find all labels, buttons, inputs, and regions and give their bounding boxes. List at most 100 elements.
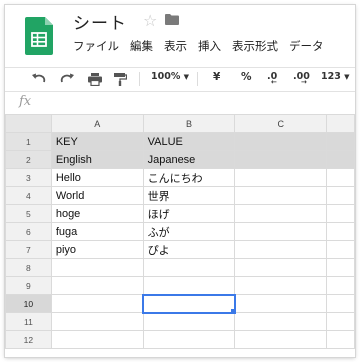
row-header[interactable]: 1 (5, 132, 52, 151)
column-header-a[interactable]: A (50, 114, 144, 133)
select-all-corner[interactable] (5, 114, 52, 133)
table-row: 5 hoge ほげ (5, 204, 355, 223)
cell-b9[interactable] (142, 276, 236, 295)
undo-icon[interactable] (31, 72, 47, 86)
row-header[interactable]: 4 (5, 186, 52, 205)
cell-c10[interactable] (234, 294, 328, 313)
cell-c11[interactable] (234, 312, 328, 331)
cell-d2[interactable] (326, 150, 355, 169)
row-header[interactable]: 3 (5, 168, 52, 187)
zoom-select[interactable]: 100% ▼ (151, 71, 189, 82)
star-icon[interactable]: ☆ (143, 11, 157, 30)
column-header-c[interactable]: C (234, 114, 328, 133)
cell-a9[interactable] (50, 276, 144, 295)
cell-a5[interactable]: hoge (50, 204, 144, 223)
menu-data[interactable]: データ (289, 38, 324, 54)
chevron-down-icon: ▼ (183, 73, 190, 81)
row-header[interactable]: 12 (5, 330, 52, 349)
folder-icon[interactable] (165, 14, 179, 25)
row-header[interactable]: 10 (5, 294, 52, 313)
currency-button[interactable]: ¥ (213, 71, 220, 83)
increase-decimals-button[interactable]: .00 → (293, 71, 310, 86)
document-title[interactable]: シート (73, 9, 127, 34)
spreadsheet-grid: A B C 1 KEY VALUE 2 English Japanese 3 H… (5, 114, 355, 349)
cell-b4[interactable]: 世界 (142, 186, 236, 205)
percent-button[interactable]: % (241, 71, 252, 83)
toolbar: 100% ▼ ¥ % .0 ← .00 → 123 ▼ (5, 67, 355, 90)
cell-a3[interactable]: Hello (50, 168, 144, 187)
cell-b3[interactable]: こんにちわ (142, 168, 236, 187)
cell-c7[interactable] (234, 240, 328, 259)
cell-b6[interactable]: ふが (142, 222, 236, 241)
row-header[interactable]: 8 (5, 258, 52, 277)
paint-format-icon[interactable] (113, 72, 127, 86)
cell-c2[interactable] (234, 150, 328, 169)
cell-d9[interactable] (326, 276, 355, 295)
menu-format[interactable]: 表示形式 (232, 38, 278, 54)
cell-c3[interactable] (234, 168, 328, 187)
cell-b12[interactable] (142, 330, 236, 349)
sheets-logo-icon[interactable] (25, 17, 53, 55)
cell-a12[interactable] (50, 330, 144, 349)
cell-a8[interactable] (50, 258, 144, 277)
cell-b8[interactable] (142, 258, 236, 277)
cell-d4[interactable] (326, 186, 355, 205)
decrease-decimals-button[interactable]: .0 ← (267, 71, 277, 86)
cell-d5[interactable] (326, 204, 355, 223)
arrow-left-icon: ← (271, 78, 277, 86)
cell-b7[interactable]: ぴよ (142, 240, 236, 259)
cell-a6[interactable]: fuga (50, 222, 144, 241)
row-header[interactable]: 11 (5, 312, 52, 331)
row-header[interactable]: 7 (5, 240, 52, 259)
table-row: 4 World 世界 (5, 186, 355, 205)
cell-d10[interactable] (326, 294, 355, 313)
cell-b11[interactable] (142, 312, 236, 331)
print-icon[interactable] (87, 72, 103, 86)
cell-b10-selected[interactable] (142, 293, 236, 314)
cell-c1[interactable] (234, 132, 328, 151)
column-header-d[interactable] (326, 114, 355, 133)
cell-b5[interactable]: ほげ (142, 204, 236, 223)
menu-file[interactable]: ファイル (73, 38, 119, 54)
column-header-b[interactable]: B (142, 114, 236, 133)
cell-a11[interactable] (50, 312, 144, 331)
cell-c12[interactable] (234, 330, 328, 349)
cell-a1[interactable]: KEY (50, 132, 144, 151)
toolbar-divider (139, 72, 140, 86)
cell-d7[interactable] (326, 240, 355, 259)
table-row: 6 fuga ふが (5, 222, 355, 241)
toolbar-divider (197, 72, 198, 86)
cell-a10[interactable] (50, 294, 144, 313)
cell-d12[interactable] (326, 330, 355, 349)
more-formats-button[interactable]: 123 ▼ (321, 71, 350, 82)
column-header-row: A B C (5, 114, 355, 133)
cell-c4[interactable] (234, 186, 328, 205)
cell-c6[interactable] (234, 222, 328, 241)
formula-bar[interactable]: fx (5, 91, 355, 115)
menu-view[interactable]: 表示 (164, 38, 187, 54)
cell-a7[interactable]: piyo (50, 240, 144, 259)
cell-d3[interactable] (326, 168, 355, 187)
fx-icon: fx (19, 94, 32, 109)
cell-c8[interactable] (234, 258, 328, 277)
redo-icon[interactable] (59, 72, 75, 86)
row-header[interactable]: 5 (5, 204, 52, 223)
row-header[interactable]: 9 (5, 276, 52, 295)
row-header[interactable]: 2 (5, 150, 52, 169)
cell-a2[interactable]: English (50, 150, 144, 169)
more-formats-label: 123 (321, 71, 341, 82)
cell-d11[interactable] (326, 312, 355, 331)
row-header[interactable]: 6 (5, 222, 52, 241)
menu-insert[interactable]: 挿入 (198, 38, 221, 54)
cell-a4[interactable]: World (50, 186, 144, 205)
fill-handle[interactable] (230, 308, 234, 312)
menu-edit[interactable]: 編集 (130, 38, 153, 54)
cell-c9[interactable] (234, 276, 328, 295)
cell-d8[interactable] (326, 258, 355, 277)
cell-b2[interactable]: Japanese (142, 150, 236, 169)
table-row: 8 (5, 258, 355, 277)
cell-c5[interactable] (234, 204, 328, 223)
cell-d1[interactable] (326, 132, 355, 151)
cell-b1[interactable]: VALUE (142, 132, 236, 151)
cell-d6[interactable] (326, 222, 355, 241)
